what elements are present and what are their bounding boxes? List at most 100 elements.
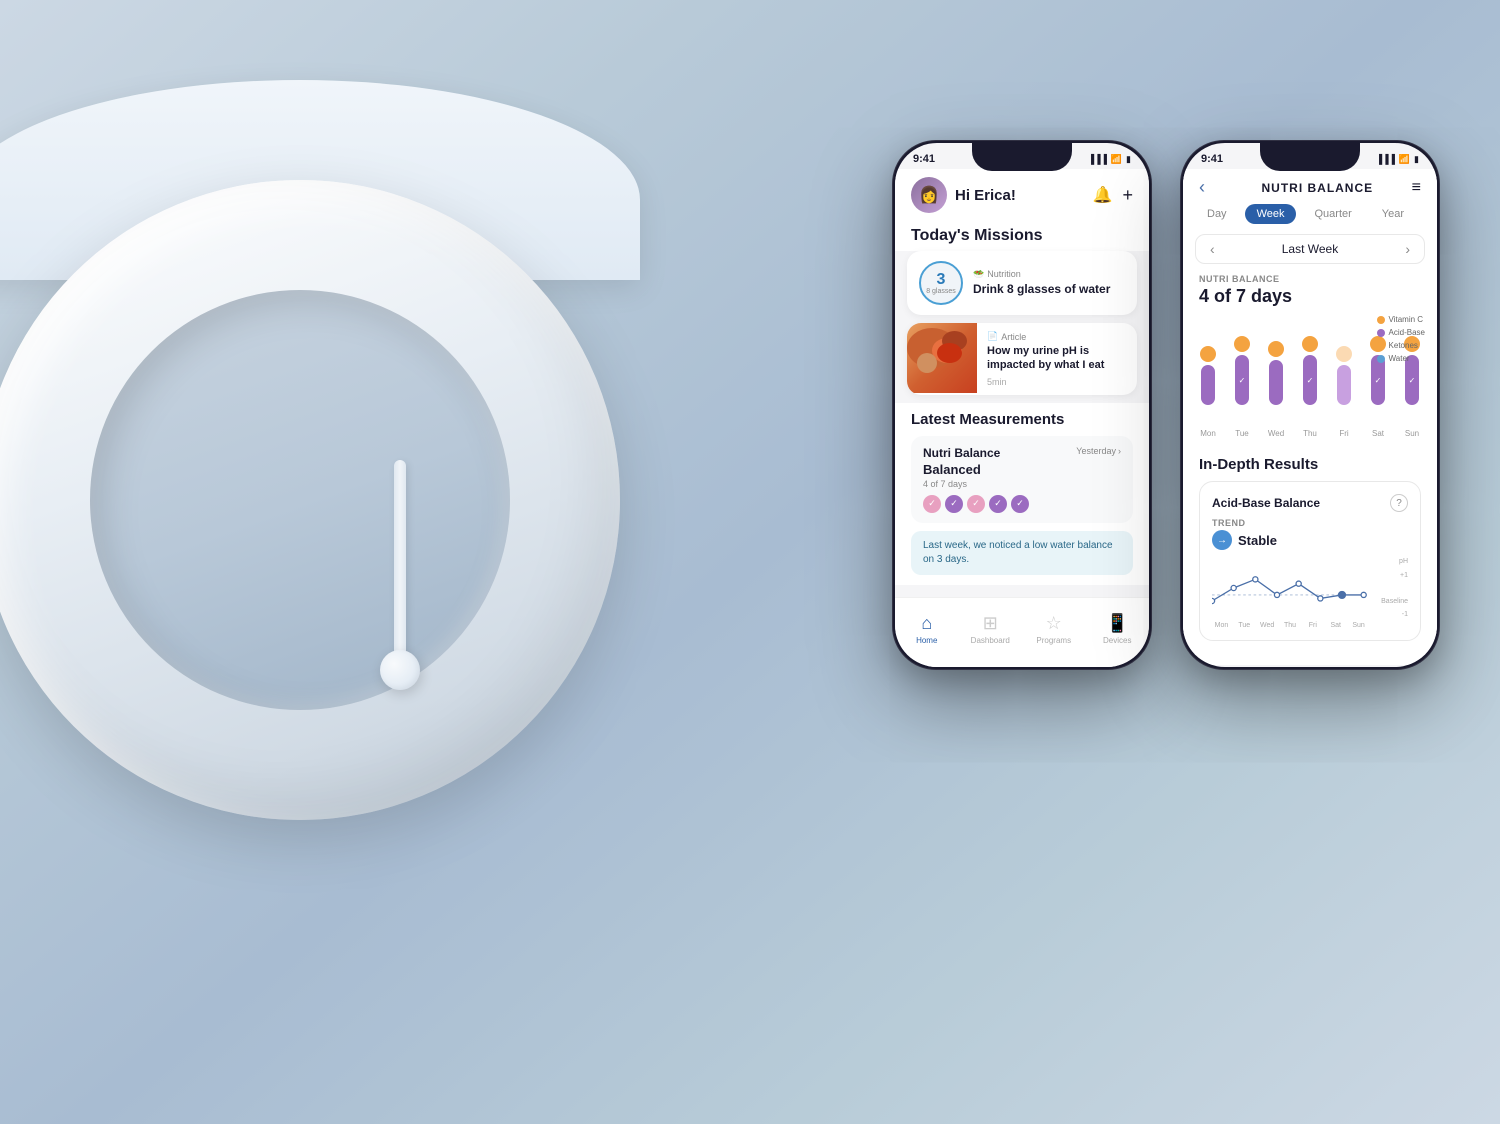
bar-stack-tue: ✓ <box>1234 336 1250 405</box>
bar-acid-tue: ✓ <box>1235 355 1249 405</box>
toilet-button <box>380 650 420 690</box>
measurements-title: Latest Measurements <box>911 411 1133 428</box>
user-avatar[interactable]: 👩 <box>911 177 947 213</box>
phone2-screen: 9:41 ▐▐▐ 📶 ▮ ‹ NUTRI BALANCE ≡ Day Week <box>1183 143 1437 667</box>
chart-label-wed: Wed <box>1263 429 1289 438</box>
article-title: How my urine pH is impacted by what I ea… <box>987 344 1127 373</box>
result-card-header: Acid-Base Balance ? <box>1212 494 1408 512</box>
dot-4: ✓ <box>989 495 1007 513</box>
p2-wifi-icon: 📶 <box>1399 154 1410 165</box>
measurement-info: Nutri Balance <box>923 446 1000 460</box>
bar-circle-vitc-tue <box>1234 336 1250 352</box>
nav-home-label: Home <box>916 636 937 645</box>
mission-text-content: 🥗 Nutrition Drink 8 glasses of water <box>973 269 1125 298</box>
measurement-card[interactable]: Nutri Balance Yesterday › Balanced 4 of … <box>911 436 1133 523</box>
measurement-date: Yesterday › <box>1076 446 1121 456</box>
bar-stack-thu: ✓ <box>1302 336 1318 405</box>
menu-icon[interactable]: ≡ <box>1412 179 1421 197</box>
trend-value: → Stable <box>1212 530 1408 550</box>
battery-icon: ▮ <box>1126 154 1131 165</box>
mission-number: 3 <box>937 272 946 288</box>
nav-home[interactable]: ⌂ Home <box>895 613 959 645</box>
article-time: 5min <box>987 377 1127 387</box>
legend-dot-vitaminc <box>1377 316 1385 324</box>
article-card[interactable]: 📄 Article How my urine pH is impacted by… <box>907 323 1137 395</box>
signal-icon: ▐▐▐ <box>1088 154 1107 164</box>
measurements-section: Latest Measurements Nutri Balance Yester… <box>895 403 1149 585</box>
trend-stable-text: Stable <box>1238 533 1277 548</box>
notification-icon[interactable]: 🔔 <box>1093 185 1113 206</box>
measurement-sub: 4 of 7 days <box>923 479 1121 489</box>
acid-base-title: Acid-Base Balance <box>1212 496 1320 510</box>
legend-ketones: Ketones <box>1377 341 1425 350</box>
week-label: Last Week <box>1282 242 1338 256</box>
dashboard-icon: ⊞ <box>983 613 998 634</box>
water-notice: Last week, we noticed a low water balanc… <box>911 531 1133 575</box>
water-mission-card[interactable]: 3 8 glasses 🥗 Nutrition Drink 8 glasses … <box>907 251 1137 315</box>
nutri-summary: NUTRI BALANCE 4 of 7 days <box>1183 274 1437 315</box>
article-image <box>907 323 977 393</box>
dot-1: ✓ <box>923 495 941 513</box>
phone1: 9:41 ▐▐▐ 📶 ▮ 👩 Hi Erica! 🔔 + Today's Mis… <box>892 140 1152 670</box>
ph-plus1: +1 <box>1400 572 1408 579</box>
back-button[interactable]: ‹ <box>1199 177 1223 198</box>
legend-water: Water <box>1377 354 1425 363</box>
bar-circle-vitc-fri <box>1336 346 1352 362</box>
chart-day-tue: ✓ <box>1229 336 1255 405</box>
mission-title: Drink 8 glasses of water <box>973 282 1125 298</box>
add-icon[interactable]: + <box>1122 185 1133 206</box>
tab-year[interactable]: Year <box>1370 204 1416 224</box>
bar-stack-mon <box>1200 346 1216 405</box>
nav-programs-label: Programs <box>1036 636 1071 645</box>
phone1-status-icons: ▐▐▐ 📶 ▮ <box>1088 154 1131 165</box>
phone2: 9:41 ▐▐▐ 📶 ▮ ‹ NUTRI BALANCE ≡ Day Week <box>1180 140 1440 670</box>
bar-stack-fri <box>1336 346 1352 405</box>
legend-label-ketones: Ketones <box>1389 341 1418 350</box>
acid-base-result-card[interactable]: Acid-Base Balance ? TREND → Stable <box>1199 481 1421 641</box>
prev-week-button[interactable]: ‹ <box>1210 241 1215 257</box>
header-action-icons: 🔔 + <box>1093 185 1133 206</box>
phone2-content: ‹ NUTRI BALANCE ≡ Day Week Quarter Year … <box>1183 169 1437 665</box>
trend-label: TREND <box>1212 518 1408 528</box>
chart-area: ✓ <box>1183 315 1437 425</box>
nav-devices-label: Devices <box>1103 636 1131 645</box>
phone2-header: ‹ NUTRI BALANCE ≡ <box>1183 169 1437 204</box>
chevron-right-icon: › <box>1118 446 1121 456</box>
chart-day-fri <box>1331 346 1357 405</box>
chart-day-thu: ✓ <box>1297 336 1323 405</box>
nav-devices[interactable]: 📱 Devices <box>1086 613 1150 645</box>
chart-day-labels: Mon Tue Wed Thu Fri Sat Sun <box>1183 429 1437 438</box>
legend-dot-water <box>1377 355 1385 363</box>
period-tabs: Day Week Quarter Year <box>1183 204 1437 224</box>
devices-icon: 📱 <box>1106 613 1128 634</box>
nav-programs[interactable]: ☆ Programs <box>1022 613 1086 645</box>
article-icon: 📄 <box>987 331 998 342</box>
next-week-button[interactable]: › <box>1405 241 1410 257</box>
phone2-time: 9:41 <box>1201 153 1223 165</box>
mission-badge: 3 8 glasses <box>919 261 963 305</box>
tab-day[interactable]: Day <box>1195 204 1239 224</box>
phone1-header: 👩 Hi Erica! 🔔 + <box>895 169 1149 219</box>
nutri-balance-title: NUTRI BALANCE <box>1261 181 1373 195</box>
bar-acid-wed <box>1269 360 1283 405</box>
info-button[interactable]: ? <box>1390 494 1408 512</box>
bar-acid-mon <box>1201 365 1215 405</box>
missions-title: Today's Missions <box>895 219 1149 251</box>
tab-quarter[interactable]: Quarter <box>1302 204 1363 224</box>
phone1-time: 9:41 <box>913 153 935 165</box>
phone2-notch <box>1260 143 1360 171</box>
bar-circle-vitc-wed <box>1268 341 1284 357</box>
chart-label-mon: Mon <box>1195 429 1221 438</box>
wifi-icon: 📶 <box>1111 154 1122 165</box>
nav-dashboard[interactable]: ⊞ Dashboard <box>959 613 1023 645</box>
ph-minus1: -1 <box>1402 611 1408 618</box>
mission-category: 🥗 Nutrition <box>973 269 1125 280</box>
article-category: 📄 Article <box>987 331 1127 342</box>
acid-base-svg <box>1212 558 1368 618</box>
phones-container: 9:41 ▐▐▐ 📶 ▮ 👩 Hi Erica! 🔔 + Today's Mis… <box>892 140 1440 670</box>
measurement-header: Nutri Balance Yesterday › <box>923 446 1121 460</box>
tab-week[interactable]: Week <box>1245 204 1297 224</box>
chart-label-fri: Fri <box>1331 429 1357 438</box>
legend-dot-ketones <box>1377 342 1385 350</box>
chart-label-thu: Thu <box>1297 429 1323 438</box>
